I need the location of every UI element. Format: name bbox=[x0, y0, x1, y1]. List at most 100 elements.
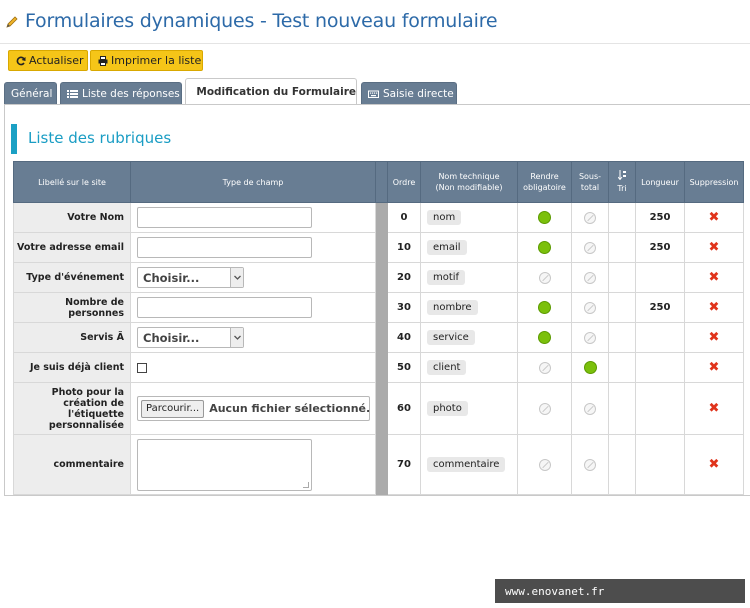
drag-handle[interactable] bbox=[375, 322, 388, 353]
subtotal-toggle-off-icon[interactable] bbox=[584, 458, 596, 471]
required-toggle-on-icon[interactable] bbox=[538, 241, 551, 254]
print-list-button-label: Imprimer la liste bbox=[111, 54, 202, 67]
pencil-icon bbox=[6, 16, 18, 28]
delete-cell: ✖ bbox=[684, 202, 744, 233]
subtotal-toggle-off-icon[interactable] bbox=[584, 331, 596, 344]
length-value: 250 bbox=[635, 292, 685, 323]
required-header-line2: obligatoire bbox=[523, 183, 566, 192]
tab-response-list-label: Liste des réponses bbox=[82, 87, 180, 100]
delete-icon[interactable]: ✖ bbox=[709, 300, 720, 315]
required-toggle-on-icon[interactable] bbox=[538, 331, 551, 344]
technical-name: commentaire bbox=[427, 457, 506, 472]
subtotal-cell bbox=[571, 292, 609, 323]
drag-handle[interactable] bbox=[375, 434, 388, 495]
field-label: Votre adresse email bbox=[13, 232, 131, 263]
technical-name-cell: client bbox=[420, 352, 518, 383]
drag-handle[interactable] bbox=[375, 232, 388, 263]
section-title: Liste des rubriques bbox=[28, 129, 172, 147]
text-field-preview[interactable] bbox=[137, 297, 312, 318]
table-row: Type d'événement Choisir... 20 motif ✖ bbox=[13, 262, 744, 293]
col-header-order: Ordre bbox=[387, 161, 421, 203]
delete-cell: ✖ bbox=[684, 352, 744, 383]
drag-handle[interactable] bbox=[375, 262, 388, 293]
refresh-button-label: Actualiser bbox=[29, 54, 84, 67]
checkbox-field-preview[interactable] bbox=[137, 362, 147, 373]
technical-name: nom bbox=[427, 210, 462, 225]
subtotal-toggle-off-icon[interactable] bbox=[584, 271, 596, 284]
print-list-button[interactable]: Imprimer la liste bbox=[90, 50, 203, 71]
technical-name: photo bbox=[427, 401, 468, 416]
select-field-preview[interactable]: Choisir... bbox=[137, 327, 244, 348]
required-toggle-on-icon[interactable] bbox=[538, 211, 551, 224]
tab-form-edit-label: Modification du Formulaire bbox=[196, 85, 356, 98]
col-header-sort[interactable]: Tri bbox=[608, 161, 636, 203]
subtotal-toggle-off-icon[interactable] bbox=[584, 402, 596, 415]
table-row: Je suis déjà client 50 client ✖ bbox=[13, 352, 744, 383]
resize-grip-icon[interactable] bbox=[303, 481, 309, 488]
col-header-technical-name: Nom technique (Non modifiable) bbox=[420, 161, 518, 203]
select-field-preview[interactable]: Choisir... bbox=[137, 267, 244, 288]
table-row: Photo pour la création de l'étiquette pe… bbox=[13, 382, 744, 435]
subtotal-toggle-off-icon[interactable] bbox=[584, 301, 596, 314]
subtotal-toggle-on-icon[interactable] bbox=[583, 361, 597, 374]
technical-name-header-line1: Nom technique bbox=[438, 172, 500, 181]
col-header-delete: Suppression bbox=[684, 161, 744, 203]
tab-general[interactable]: Général bbox=[4, 82, 57, 104]
tab-direct-entry-label: Saisie directe bbox=[383, 87, 454, 100]
text-field-preview[interactable] bbox=[137, 207, 312, 228]
field-label: Type d'événement bbox=[13, 262, 131, 293]
length-value bbox=[635, 382, 685, 435]
file-field-preview[interactable]: Parcourir... Aucun fichier sélectionné. bbox=[137, 396, 370, 421]
browse-button[interactable]: Parcourir... bbox=[141, 399, 205, 418]
delete-icon[interactable]: ✖ bbox=[709, 457, 720, 472]
delete-cell: ✖ bbox=[684, 434, 744, 495]
col-header-length: Longueur bbox=[635, 161, 685, 203]
printer-icon bbox=[98, 55, 108, 66]
refresh-button[interactable]: Actualiser bbox=[8, 50, 88, 71]
subtotal-header-line2: total bbox=[580, 183, 600, 192]
delete-cell: ✖ bbox=[684, 322, 744, 353]
sort-cell bbox=[608, 382, 636, 435]
subtotal-toggle-off-icon[interactable] bbox=[584, 211, 596, 224]
required-header-line1: Rendre bbox=[530, 172, 559, 181]
subtotal-toggle-off-icon[interactable] bbox=[584, 241, 596, 254]
field-type-cell bbox=[130, 292, 376, 323]
technical-name-cell: nom bbox=[420, 202, 518, 233]
drag-handle[interactable] bbox=[375, 382, 388, 435]
technical-name-cell: commentaire bbox=[420, 434, 518, 495]
delete-icon[interactable]: ✖ bbox=[709, 240, 720, 255]
technical-name-cell: motif bbox=[420, 262, 518, 293]
sort-cell bbox=[608, 262, 636, 293]
required-toggle-off-icon[interactable] bbox=[538, 402, 551, 415]
length-value bbox=[635, 352, 685, 383]
delete-icon[interactable]: ✖ bbox=[709, 330, 720, 345]
drag-handle[interactable] bbox=[375, 352, 388, 383]
required-cell bbox=[517, 292, 572, 323]
table-header-row: Libellé sur le site Type de champ Ordre … bbox=[13, 161, 744, 203]
required-cell bbox=[517, 232, 572, 263]
text-field-preview[interactable] bbox=[137, 237, 312, 258]
tab-form-edit[interactable]: Modification du Formulaire bbox=[185, 78, 357, 105]
refresh-icon bbox=[16, 56, 26, 65]
drag-handle[interactable] bbox=[375, 202, 388, 233]
required-toggle-off-icon[interactable] bbox=[538, 458, 551, 471]
required-toggle-off-icon[interactable] bbox=[538, 271, 551, 284]
delete-icon[interactable]: ✖ bbox=[709, 401, 720, 416]
delete-icon[interactable]: ✖ bbox=[709, 210, 720, 225]
delete-icon[interactable]: ✖ bbox=[709, 270, 720, 285]
length-value bbox=[635, 322, 685, 353]
required-toggle-on-icon[interactable] bbox=[538, 301, 551, 314]
subtotal-header-line1: Sous- bbox=[578, 172, 602, 181]
order-value: 20 bbox=[387, 262, 421, 293]
tab-direct-entry[interactable]: Saisie directe bbox=[361, 82, 457, 104]
sort-icon bbox=[617, 170, 626, 181]
tab-general-label: Général bbox=[11, 87, 53, 100]
drag-handle[interactable] bbox=[375, 292, 388, 323]
select-value: Choisir... bbox=[143, 270, 200, 285]
required-toggle-off-icon[interactable] bbox=[538, 361, 551, 374]
tab-response-list[interactable]: Liste des réponses bbox=[60, 82, 182, 104]
textarea-field-preview[interactable] bbox=[137, 438, 312, 491]
length-value bbox=[635, 434, 685, 495]
subtotal-cell bbox=[571, 382, 609, 435]
delete-icon[interactable]: ✖ bbox=[709, 360, 720, 375]
